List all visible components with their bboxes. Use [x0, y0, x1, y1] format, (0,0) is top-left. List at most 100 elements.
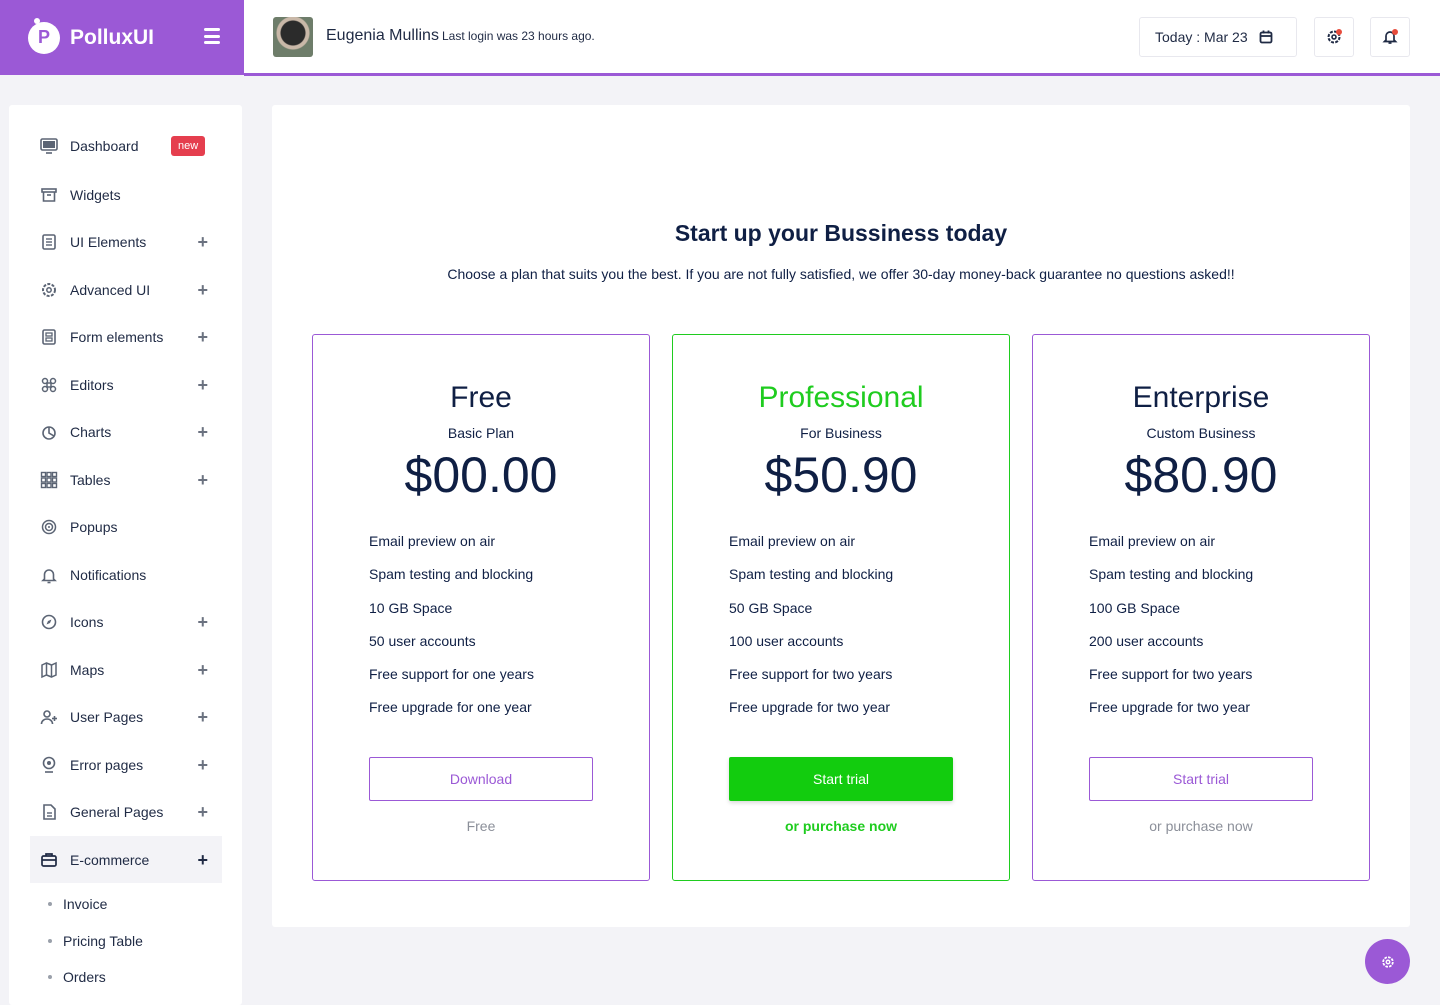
- sidebar-item-user-pages[interactable]: User Pages +: [30, 693, 222, 740]
- sidebar-item-maps[interactable]: Maps +: [30, 646, 222, 693]
- download-button[interactable]: Download: [369, 757, 593, 801]
- sidebar-item-charts[interactable]: Charts +: [30, 408, 222, 455]
- new-badge: new: [171, 135, 206, 156]
- sidebar-item-ui-elements[interactable]: UI Elements +: [30, 218, 222, 265]
- bullet-icon: [48, 975, 52, 979]
- expand-icon[interactable]: +: [197, 756, 208, 774]
- monitor-icon: [40, 137, 58, 154]
- gear-icon: [1381, 955, 1394, 968]
- feature-item: 50 user accounts: [369, 632, 476, 649]
- sidebar-item-notifications[interactable]: Notifications: [30, 551, 222, 598]
- feature-list: Email preview on air Spam testing and bl…: [729, 533, 893, 733]
- sidebar-item-label: Widgets: [70, 186, 121, 203]
- feature-item: 10 GB Space: [369, 599, 453, 616]
- map-icon: [41, 661, 57, 678]
- feature-item: Free upgrade for two year: [1089, 699, 1251, 716]
- sidebar-item-e-commerce[interactable]: E-commerce +: [30, 836, 222, 883]
- sidebar-item-editors[interactable]: Editors +: [30, 361, 222, 408]
- feature-list: Email preview on air Spam testing and bl…: [1089, 533, 1253, 733]
- grid-icon: [40, 471, 58, 488]
- expand-icon[interactable]: +: [197, 376, 208, 394]
- floating-settings-button[interactable]: [1365, 939, 1410, 984]
- feature-item: 50 GB Space: [729, 599, 813, 616]
- submenu-item-orders[interactable]: Orders: [48, 969, 106, 985]
- sidebar-item-widgets[interactable]: Widgets: [30, 171, 222, 218]
- feature-item: Free support for two years: [1089, 666, 1253, 683]
- sidebar-item-label: General Pages: [70, 803, 164, 820]
- target-icon: [41, 519, 57, 534]
- submenu-item-invoice[interactable]: Invoice: [48, 896, 107, 912]
- expand-icon[interactable]: +: [197, 328, 208, 346]
- expand-icon[interactable]: +: [197, 708, 208, 726]
- sidebar-item-popups[interactable]: Popups: [30, 503, 222, 550]
- expand-icon[interactable]: +: [197, 233, 208, 251]
- feature-list: Email preview on air Spam testing and bl…: [369, 533, 534, 733]
- sidebar-item-label: Error pages: [70, 756, 144, 773]
- brand-name[interactable]: PolluxUI: [70, 26, 154, 50]
- notifications-button[interactable]: [1370, 17, 1410, 57]
- feature-item: 200 user accounts: [1089, 632, 1204, 649]
- sidebar-item-label: E-commerce: [70, 851, 150, 868]
- purchase-now-link[interactable]: or purchase now: [1033, 818, 1369, 834]
- feature-item: Spam testing and blocking: [729, 566, 894, 583]
- sidebar-item-icons[interactable]: Icons +: [30, 598, 222, 645]
- page-title: Start up your Bussiness today: [674, 220, 1008, 246]
- submenu-item-pricing-table[interactable]: Pricing Table: [48, 933, 143, 949]
- page-subtitle: Choose a plan that suits you the best. I…: [447, 266, 1235, 282]
- feature-item: Free upgrade for two year: [729, 699, 891, 716]
- feature-item: Email preview on air: [369, 533, 496, 549]
- date-label: Today : Mar 23: [1155, 29, 1248, 45]
- menu-toggle-icon[interactable]: [204, 28, 220, 44]
- avatar[interactable]: [273, 17, 313, 57]
- sidebar-item-tables[interactable]: Tables +: [30, 456, 222, 503]
- submenu-item-label: Pricing Table: [63, 933, 143, 949]
- logo-icon[interactable]: P: [28, 17, 60, 54]
- start-trial-button[interactable]: Start trial: [729, 757, 953, 801]
- notification-indicator: [1392, 29, 1398, 35]
- sidebar-item-label: UI Elements: [70, 233, 147, 250]
- settings-button[interactable]: [1314, 17, 1354, 57]
- plan-tagline: For Business: [800, 425, 882, 441]
- expand-icon[interactable]: +: [197, 851, 208, 869]
- settings-indicator: [1336, 29, 1342, 35]
- document-icon: [42, 233, 56, 250]
- plan-card-professional: Professional For Business $50.90 Email p…: [672, 334, 1010, 881]
- expand-icon[interactable]: +: [197, 613, 208, 631]
- expand-icon[interactable]: +: [197, 661, 208, 679]
- plan-card-free: Free Basic Plan $00.00 Email preview on …: [312, 334, 650, 881]
- calendar-icon: [1259, 30, 1273, 44]
- sidebar-item-label: Dashboard: [70, 137, 139, 154]
- feature-item: Spam testing and blocking: [369, 566, 534, 583]
- expand-icon[interactable]: +: [197, 471, 208, 489]
- sidebar-item-label: Tables: [70, 471, 111, 488]
- plan-card-enterprise: Enterprise Custom Business $80.90 Email …: [1032, 334, 1370, 881]
- expand-icon[interactable]: +: [197, 281, 208, 299]
- sidebar-item-label: Maps: [70, 661, 105, 678]
- sidebar-item-general-pages[interactable]: General Pages +: [30, 788, 222, 835]
- sidebar-item-label: Icons: [70, 613, 104, 630]
- expand-icon[interactable]: +: [197, 423, 208, 441]
- start-trial-button[interactable]: Start trial: [1089, 757, 1313, 801]
- sidebar-item-label: Editors: [70, 376, 114, 393]
- top-navbar: Eugenia Mullins Last login was 23 hours …: [244, 0, 1440, 76]
- feature-item: Free support for two years: [729, 666, 893, 683]
- plan-tagline: Custom Business: [1146, 425, 1256, 441]
- purchase-now-link[interactable]: or purchase now: [673, 818, 1009, 834]
- feature-item: Email preview on air: [1089, 533, 1216, 549]
- submenu-item-label: Orders: [63, 969, 106, 985]
- sidebar-item-label: Advanced UI: [70, 281, 151, 298]
- sidebar-item-advanced-ui[interactable]: Advanced UI +: [30, 266, 222, 313]
- brand-bar: P PolluxUI: [0, 0, 244, 75]
- expand-icon[interactable]: +: [197, 803, 208, 821]
- sidebar-item-form-elements[interactable]: Form elements +: [30, 313, 222, 360]
- file-icon: [43, 803, 56, 820]
- submenu-item-label: Invoice: [63, 896, 108, 912]
- sidebar-item-dashboard[interactable]: Dashboard new: [30, 122, 222, 169]
- date-button[interactable]: Today : Mar 23: [1139, 17, 1297, 57]
- bell-icon: [41, 568, 57, 583]
- sidebar-item-label: Charts: [70, 423, 112, 440]
- sidebar-item-error-pages[interactable]: Error pages +: [30, 741, 222, 788]
- plan-name: Free: [450, 381, 512, 414]
- sidebar-item-label: Form elements: [70, 328, 164, 345]
- sidebar-item-label: User Pages: [70, 708, 144, 725]
